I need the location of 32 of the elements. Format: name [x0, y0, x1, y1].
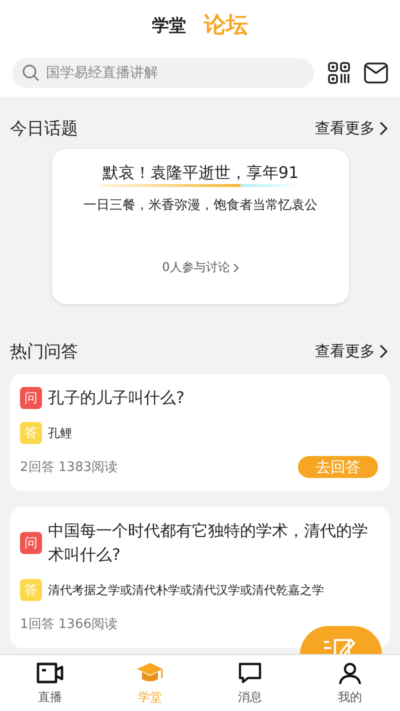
chat-bubble-icon — [236, 660, 264, 684]
topic-headline: 默哀！袁隆平逝世，享年91 — [100, 163, 301, 187]
question-stats: 1回答 1366阅读 — [20, 616, 118, 633]
chevron-right-icon — [379, 344, 388, 358]
topic-card[interactable]: 默哀！袁隆平逝世，享年91 一日三餐，米香弥漫，饱食者当常忆袁公 0人参与讨论 — [52, 149, 349, 304]
person-icon — [336, 660, 364, 684]
answer-badge: 答 — [20, 579, 42, 601]
question-badge: 问 — [20, 387, 42, 409]
see-more-link[interactable]: 查看更多 — [315, 342, 388, 360]
answer-text: 孔鲤 — [48, 424, 72, 442]
question-badge: 问 — [20, 532, 42, 554]
answer-text: 清代考据之学或清代朴学或清代汉学或清代乾嘉之学 — [48, 582, 324, 598]
video-camera-icon — [36, 660, 64, 684]
nav-tab[interactable]: 直播 — [0, 655, 100, 711]
see-more-link[interactable]: 查看更多 — [315, 118, 388, 138]
section-title: 热门问答 — [10, 340, 78, 362]
question-card[interactable]: 问 孔子的儿子叫什么? 答 孔鲤 2回答 1383阅读 去回答 — [10, 374, 390, 491]
qr-code-button[interactable] — [328, 62, 350, 84]
header-tab[interactable]: 学堂 — [152, 14, 186, 36]
answer-badge: 答 — [20, 422, 42, 444]
nav-tab[interactable]: 消息 — [200, 655, 300, 711]
question-stats: 2回答 1383阅读 — [20, 459, 118, 476]
nav-tab[interactable]: 我的 — [300, 655, 400, 711]
mail-button[interactable] — [364, 62, 388, 84]
search-field[interactable]: 国学易经直播讲解 — [12, 58, 314, 88]
section-title: 今日话题 — [10, 118, 78, 140]
chevron-right-icon — [379, 120, 388, 136]
topic-summary: 一日三餐，米香弥漫，饱食者当常忆袁公 — [84, 197, 318, 214]
question-text: 中国每一个时代都有它独特的学术，清代的学术叫什么? — [48, 520, 369, 566]
chevron-right-icon — [232, 262, 239, 272]
question-text: 孔子的儿子叫什么? — [48, 387, 184, 409]
discussion-link[interactable]: 0人参与讨论 — [162, 259, 239, 276]
